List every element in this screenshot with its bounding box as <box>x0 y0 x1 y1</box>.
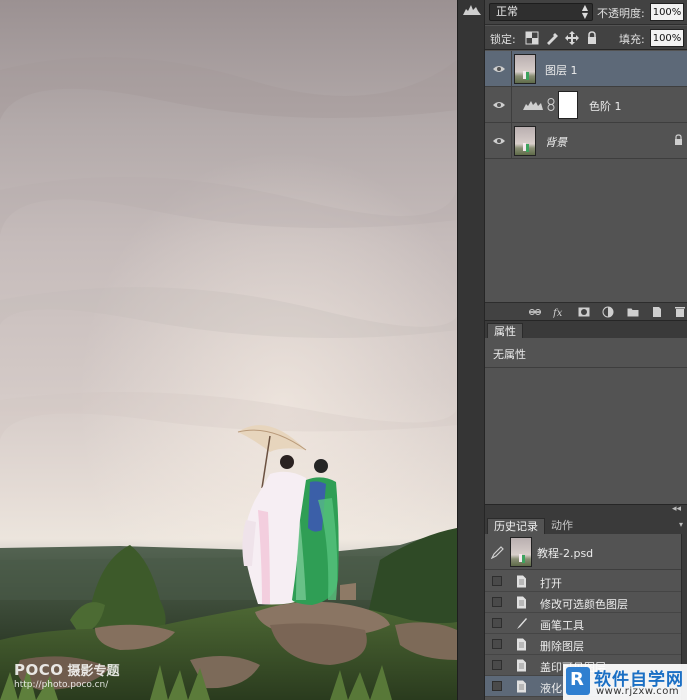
history-step[interactable]: 删除图层 <box>485 634 681 655</box>
layer-list: 图层 1 色阶 1 背景 <box>485 51 687 301</box>
history-source-box[interactable] <box>492 618 502 628</box>
properties-empty-area <box>485 368 687 504</box>
history-step[interactable]: 画笔工具 <box>485 613 681 634</box>
layers-footer-toolbar: fx <box>485 302 687 320</box>
add-mask-icon[interactable] <box>578 306 590 318</box>
poco-watermark: POCO 摄影专题 http://photo.poco.cn/ <box>14 660 120 690</box>
visibility-toggle[interactable] <box>485 51 512 87</box>
tab-history[interactable]: 历史记录 <box>487 518 545 534</box>
layer-thumbnail <box>514 54 536 84</box>
new-layer-icon[interactable] <box>651 306 663 318</box>
svg-text:fx: fx <box>553 308 563 318</box>
lock-label: 锁定: <box>490 33 516 46</box>
site-logo-mark: R <box>566 667 590 695</box>
layers-lock-row: 锁定: 填充: 100% <box>485 26 687 50</box>
collapsed-panel-strip <box>457 0 485 700</box>
chain-link-icon[interactable] <box>547 98 555 111</box>
fill-input[interactable]: 100% <box>650 29 684 47</box>
snapshot-name: 教程-2.psd <box>537 547 594 560</box>
step-label: 修改可选颜色图层 <box>540 598 628 611</box>
adjustment-layer-icon[interactable] <box>602 306 614 318</box>
opacity-input[interactable]: 100% <box>650 3 684 21</box>
history-source-box[interactable] <box>492 681 502 691</box>
delete-layer-icon[interactable] <box>674 306 686 318</box>
layer-name: 色阶 1 <box>589 100 622 113</box>
history-step[interactable]: 打开 <box>485 571 681 592</box>
snapshot-thumbnail <box>510 537 532 567</box>
history-brush-source-icon[interactable] <box>491 546 504 559</box>
watermark-brand: POCO <box>14 661 64 679</box>
lock-transparent-pixels-icon[interactable] <box>525 31 539 45</box>
eye-icon <box>493 138 505 144</box>
visibility-toggle[interactable] <box>485 87 512 123</box>
right-panels: 正常 ▲ ▼ 不透明度: 100% 锁定: 填充: 100% 图层 1 色阶 1… <box>485 0 687 700</box>
histogram-icon[interactable] <box>462 2 482 16</box>
history-step[interactable]: 修改可选颜色图层 <box>485 592 681 613</box>
lock-position-icon[interactable] <box>565 31 579 45</box>
watermark-url: http://photo.poco.cn/ <box>14 680 109 690</box>
layer-row-layer-1[interactable]: 图层 1 <box>485 51 687 87</box>
blend-mode-select[interactable]: 正常 ▲ ▼ <box>489 3 593 21</box>
lock-icon <box>675 134 682 145</box>
select-arrows-icon: ▲ ▼ <box>581 3 588 20</box>
document-step-icon <box>517 638 526 651</box>
site-url: www.rjzxw.com <box>596 686 680 697</box>
document-step-icon <box>517 659 526 672</box>
step-label: 打开 <box>540 577 562 590</box>
step-label: 删除图层 <box>540 640 584 653</box>
eye-icon <box>493 66 505 72</box>
new-group-folder-icon[interactable] <box>627 306 639 318</box>
document-step-icon <box>517 575 526 588</box>
history-source-box[interactable] <box>492 576 502 586</box>
layer-thumbnail <box>514 126 536 156</box>
blend-mode-value: 正常 <box>496 5 518 18</box>
history-source-box[interactable] <box>492 660 502 670</box>
layer-row-levels-1[interactable]: 色阶 1 <box>485 87 687 123</box>
lock-image-pixels-icon[interactable] <box>545 31 559 45</box>
step-label: 画笔工具 <box>540 619 584 632</box>
double-chevron-icon[interactable]: ◂◂ <box>672 504 681 514</box>
site-logo-watermark: R 软件自学网 www.rjzxw.com <box>563 664 687 700</box>
document-step-icon <box>517 596 526 609</box>
opacity-label: 不透明度: <box>597 7 645 20</box>
fill-label: 填充: <box>619 33 645 46</box>
properties-body: 无属性 <box>485 338 687 368</box>
layer-name: 图层 1 <box>545 64 578 77</box>
step-label: 液化 <box>540 682 562 695</box>
photo <box>0 0 457 700</box>
document-step-icon <box>517 680 526 693</box>
history-snapshot[interactable]: 教程-2.psd <box>485 534 681 570</box>
document-canvas[interactable]: POCO 摄影专题 http://photo.poco.cn/ <box>0 0 457 700</box>
panel-collapse-bar[interactable]: ◂◂ <box>485 504 687 516</box>
lock-all-icon[interactable] <box>585 31 599 45</box>
no-properties-text: 无属性 <box>493 348 526 361</box>
layer-name: 背景 <box>545 136 567 149</box>
brush-tool-icon <box>517 618 527 629</box>
tab-properties[interactable]: 属性 <box>487 323 523 339</box>
layer-row-background[interactable]: 背景 <box>485 123 687 159</box>
visibility-toggle[interactable] <box>485 123 512 159</box>
tab-actions[interactable]: 动作 <box>545 518 579 534</box>
history-source-box[interactable] <box>492 639 502 649</box>
history-tab-bar: 历史记录 动作 ▾ <box>485 516 687 534</box>
history-source-box[interactable] <box>492 597 502 607</box>
watermark-title: 摄影专题 <box>67 664 120 679</box>
layer-mask-thumbnail[interactable] <box>558 91 578 119</box>
properties-tab-bar: 属性 <box>485 320 687 339</box>
link-layers-icon[interactable] <box>529 306 541 318</box>
layer-style-fx-icon[interactable]: fx <box>553 306 565 318</box>
layers-blend-row: 正常 ▲ ▼ 不透明度: 100% <box>485 0 687 25</box>
levels-adjustment-icon <box>523 101 543 110</box>
panel-menu-icon[interactable]: ▾ <box>679 520 683 529</box>
eye-icon <box>493 102 505 108</box>
